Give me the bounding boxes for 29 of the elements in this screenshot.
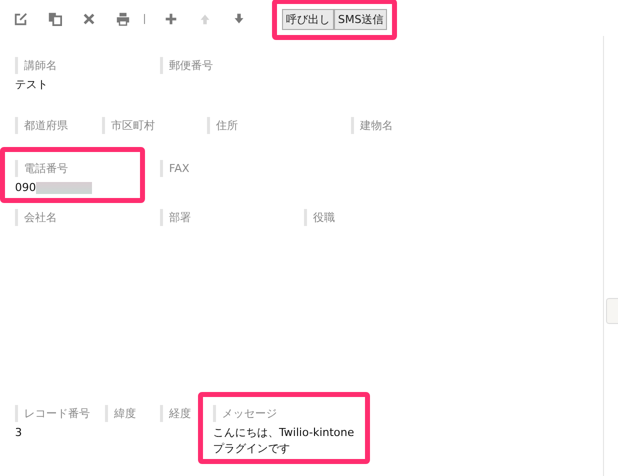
- field-label: 経度: [160, 405, 191, 422]
- field-label: 緯度: [105, 405, 136, 422]
- printer-icon[interactable]: [116, 12, 130, 26]
- action-button[interactable]: SMS送信: [334, 8, 388, 30]
- field-label: FAX: [160, 160, 190, 177]
- field-label: 部署: [160, 209, 191, 226]
- close-icon[interactable]: [82, 12, 96, 26]
- toolbar-separator: [144, 14, 145, 24]
- field-label: 郵便番号: [160, 57, 213, 74]
- field-label: 役職: [304, 209, 335, 226]
- field-label: メッセージ: [213, 405, 277, 422]
- copy-icon[interactable]: [48, 12, 62, 26]
- field-label: 都道府県: [15, 117, 68, 134]
- field-label: 市区町村: [102, 117, 155, 134]
- field-label: レコード番号: [15, 405, 90, 422]
- field-label: 建物名: [351, 117, 393, 134]
- panel-handle[interactable]: [606, 298, 618, 324]
- field-value: 090: [15, 180, 36, 196]
- action-button[interactable]: 呼び出し: [282, 8, 334, 30]
- field-value: 3: [15, 425, 22, 441]
- field-label: 会社名: [15, 209, 57, 226]
- field-value: テスト: [15, 77, 48, 93]
- field-label: 住所: [207, 117, 238, 134]
- plus-icon[interactable]: [164, 12, 178, 26]
- field-label: 講師名: [15, 57, 57, 74]
- arrow-down-icon[interactable]: [232, 12, 246, 26]
- field-label: 電話番号: [15, 160, 68, 177]
- field-value: こんにちは、Twilio-kintoneプラグインです: [213, 425, 356, 457]
- edit-icon[interactable]: [14, 12, 28, 26]
